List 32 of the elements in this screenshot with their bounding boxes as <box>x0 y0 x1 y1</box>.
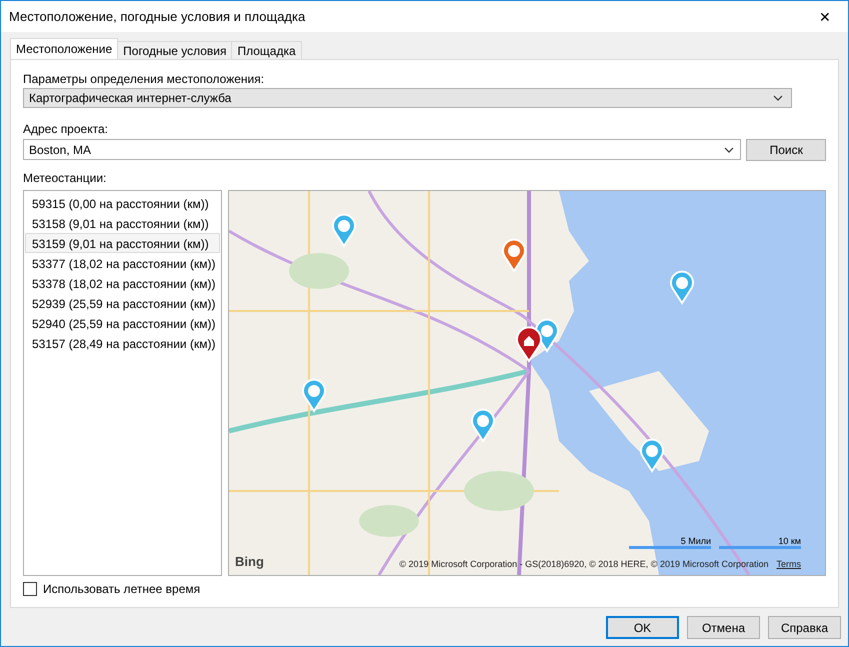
station-item[interactable]: 53377 (18,02 на расстоянии (км)) <box>25 253 220 273</box>
station-item[interactable]: 53158 (9,01 на расстоянии (км)) <box>25 213 220 233</box>
scale-label: 5 Мили <box>629 536 711 549</box>
scale-label: 10 км <box>719 536 801 549</box>
checkbox-label: Использовать летнее время <box>43 582 200 596</box>
chevron-icon <box>724 146 734 152</box>
ok-button[interactable]: OK <box>606 616 679 639</box>
dialog-button[interactable]: Справка <box>768 616 841 639</box>
chevron-icon <box>773 95 783 101</box>
field-label: Адрес проекта: <box>23 122 109 137</box>
dialog-button[interactable]: Отмена <box>687 616 760 639</box>
field-label: Метеостанции: <box>23 171 108 186</box>
location-mode-dropdown[interactable]: Картографическая интернет-служба <box>23 88 792 108</box>
address-field[interactable]: Boston, MA <box>23 139 742 160</box>
tab[interactable]: Площадка <box>231 41 302 59</box>
window-title: Местоположение, погодные условия и площадка <box>9 9 306 24</box>
tab[interactable]: Погодные условия <box>117 41 232 59</box>
station-item[interactable]: 59315 (0,00 на расстоянии (км)) <box>25 193 220 213</box>
map-view[interactable]: Bing 5 Мили 10 км © 2019 Microsoft Corporation - GS(2018)6920, © 2018 HERE, © 2019 Microsoft Corporation Terms <box>228 190 826 576</box>
station-item[interactable]: 53378 (18,02 на расстоянии (км)) <box>25 273 220 293</box>
search-button[interactable]: Поиск <box>746 139 826 161</box>
map-attribution: © 2019 Microsoft Corporation - GS(2018)6920, © 2018 HERE, © 2019 Microsoft Corporation <box>399 559 768 569</box>
station-item[interactable]: 52940 (25,59 на расстоянии (км)) <box>25 313 220 333</box>
station-item[interactable]: 52939 (25,59 на расстоянии (км)) <box>25 293 220 313</box>
checkbox[interactable] <box>23 582 37 596</box>
field-label: Параметры определения местоположения: <box>23 72 266 87</box>
tab[interactable]: Местоположение <box>10 38 118 59</box>
station-item[interactable]: 53157 (28,49 на расстоянии (км)) <box>25 333 220 353</box>
station-item[interactable]: 53159 (9,01 на расстоянии (км)) <box>25 233 220 253</box>
map-logo: Bing <box>235 554 264 569</box>
close-button[interactable]: ✕ <box>802 1 848 32</box>
terms-link[interactable]: Terms <box>776 559 801 569</box>
